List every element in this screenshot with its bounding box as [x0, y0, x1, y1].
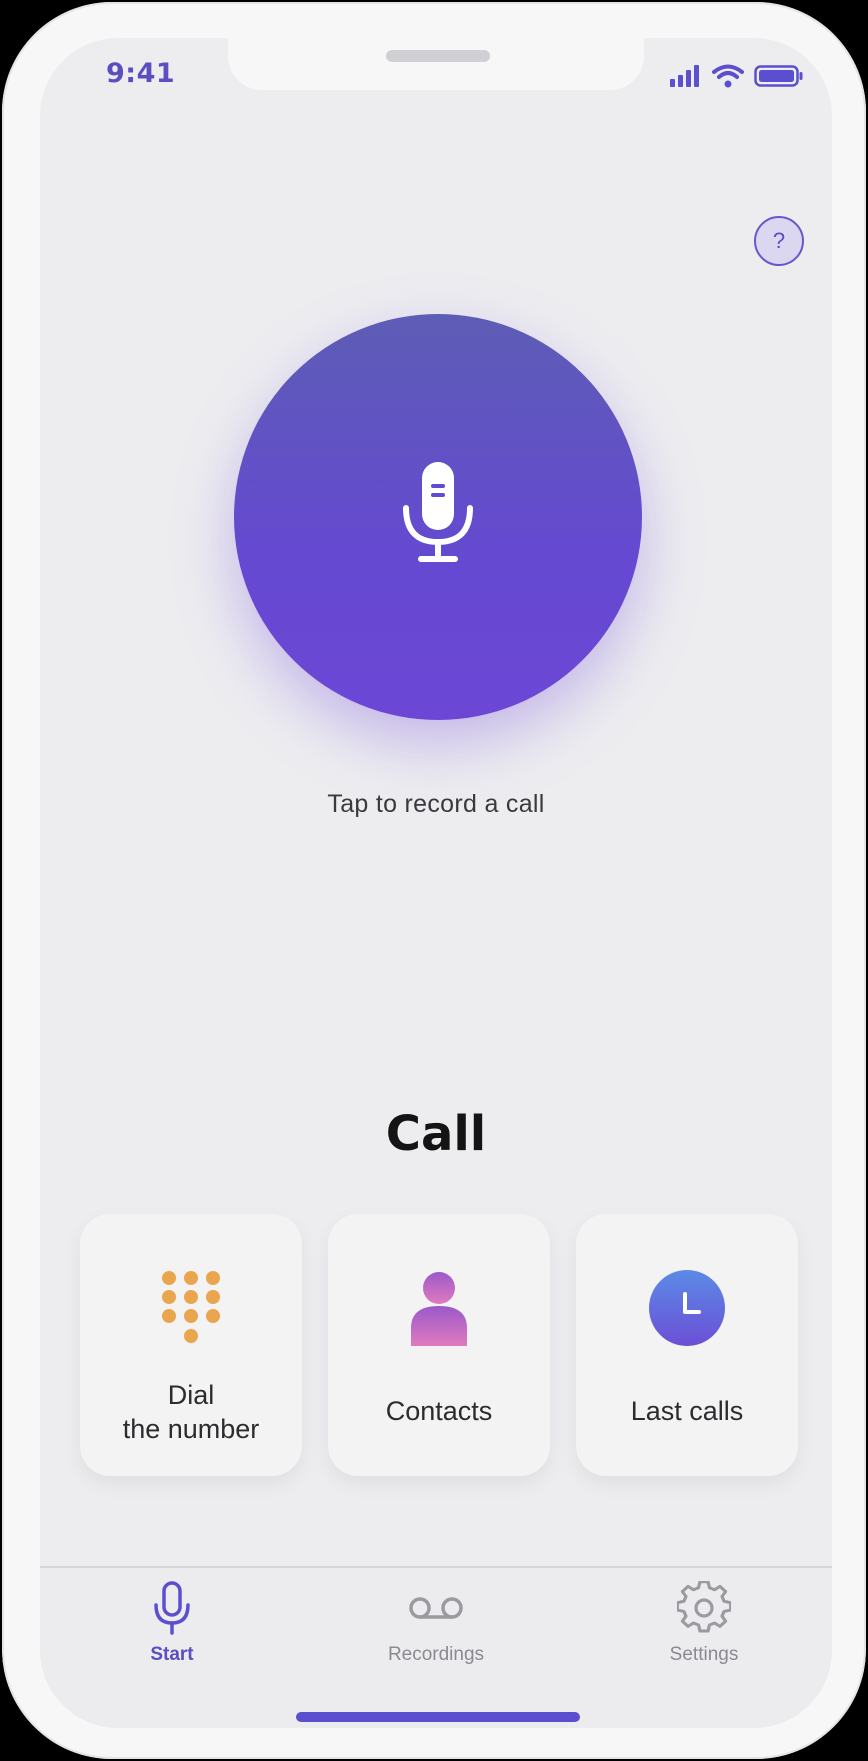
battery-icon [754, 64, 804, 93]
tab-start-label: Start [150, 1644, 194, 1665]
voicemail-icon [356, 1578, 516, 1638]
contacts-card[interactable]: Contacts [328, 1214, 550, 1476]
microphone-icon [92, 1578, 252, 1638]
last-calls-label: Last calls [630, 1396, 744, 1426]
cellular-signal-icon [670, 65, 702, 92]
home-indicator [296, 1712, 580, 1722]
dial-number-label-line2: the number [122, 1414, 260, 1444]
status-icons [670, 64, 804, 93]
tab-settings-label: Settings [669, 1644, 739, 1665]
app-screen: 9:41 ? Tap to record a call Call Dial th… [40, 38, 832, 1728]
phone-frame: 9:41 ? Tap to record a call Call Dial th… [2, 2, 866, 1759]
help-button[interactable]: ? [754, 216, 804, 266]
person-icon [328, 1270, 550, 1350]
dial-number-card[interactable]: Dial the number [80, 1214, 302, 1476]
tab-recordings[interactable]: Recordings [356, 1578, 516, 1678]
last-calls-card[interactable]: Last calls [576, 1214, 798, 1476]
record-hint-label: Tap to record a call [327, 790, 545, 818]
microphone-icon [398, 460, 478, 575]
tab-recordings-label: Recordings [387, 1644, 485, 1665]
speaker-grille [386, 50, 490, 62]
wifi-icon [712, 64, 744, 93]
tab-settings[interactable]: Settings [624, 1578, 784, 1678]
contacts-label: Contacts [385, 1396, 493, 1426]
gear-icon [624, 1578, 784, 1638]
bottom-tab-bar: Start Recordings Settings [40, 1566, 832, 1728]
tab-start[interactable]: Start [92, 1578, 252, 1678]
clock-icon [576, 1270, 798, 1350]
status-time: 9:41 [106, 58, 176, 89]
call-section-title: Call [385, 1106, 487, 1162]
record-call-button[interactable] [234, 314, 642, 720]
dialpad-icon [80, 1270, 302, 1350]
device-notch [228, 38, 644, 90]
dial-number-label-line1: Dial [167, 1380, 215, 1410]
